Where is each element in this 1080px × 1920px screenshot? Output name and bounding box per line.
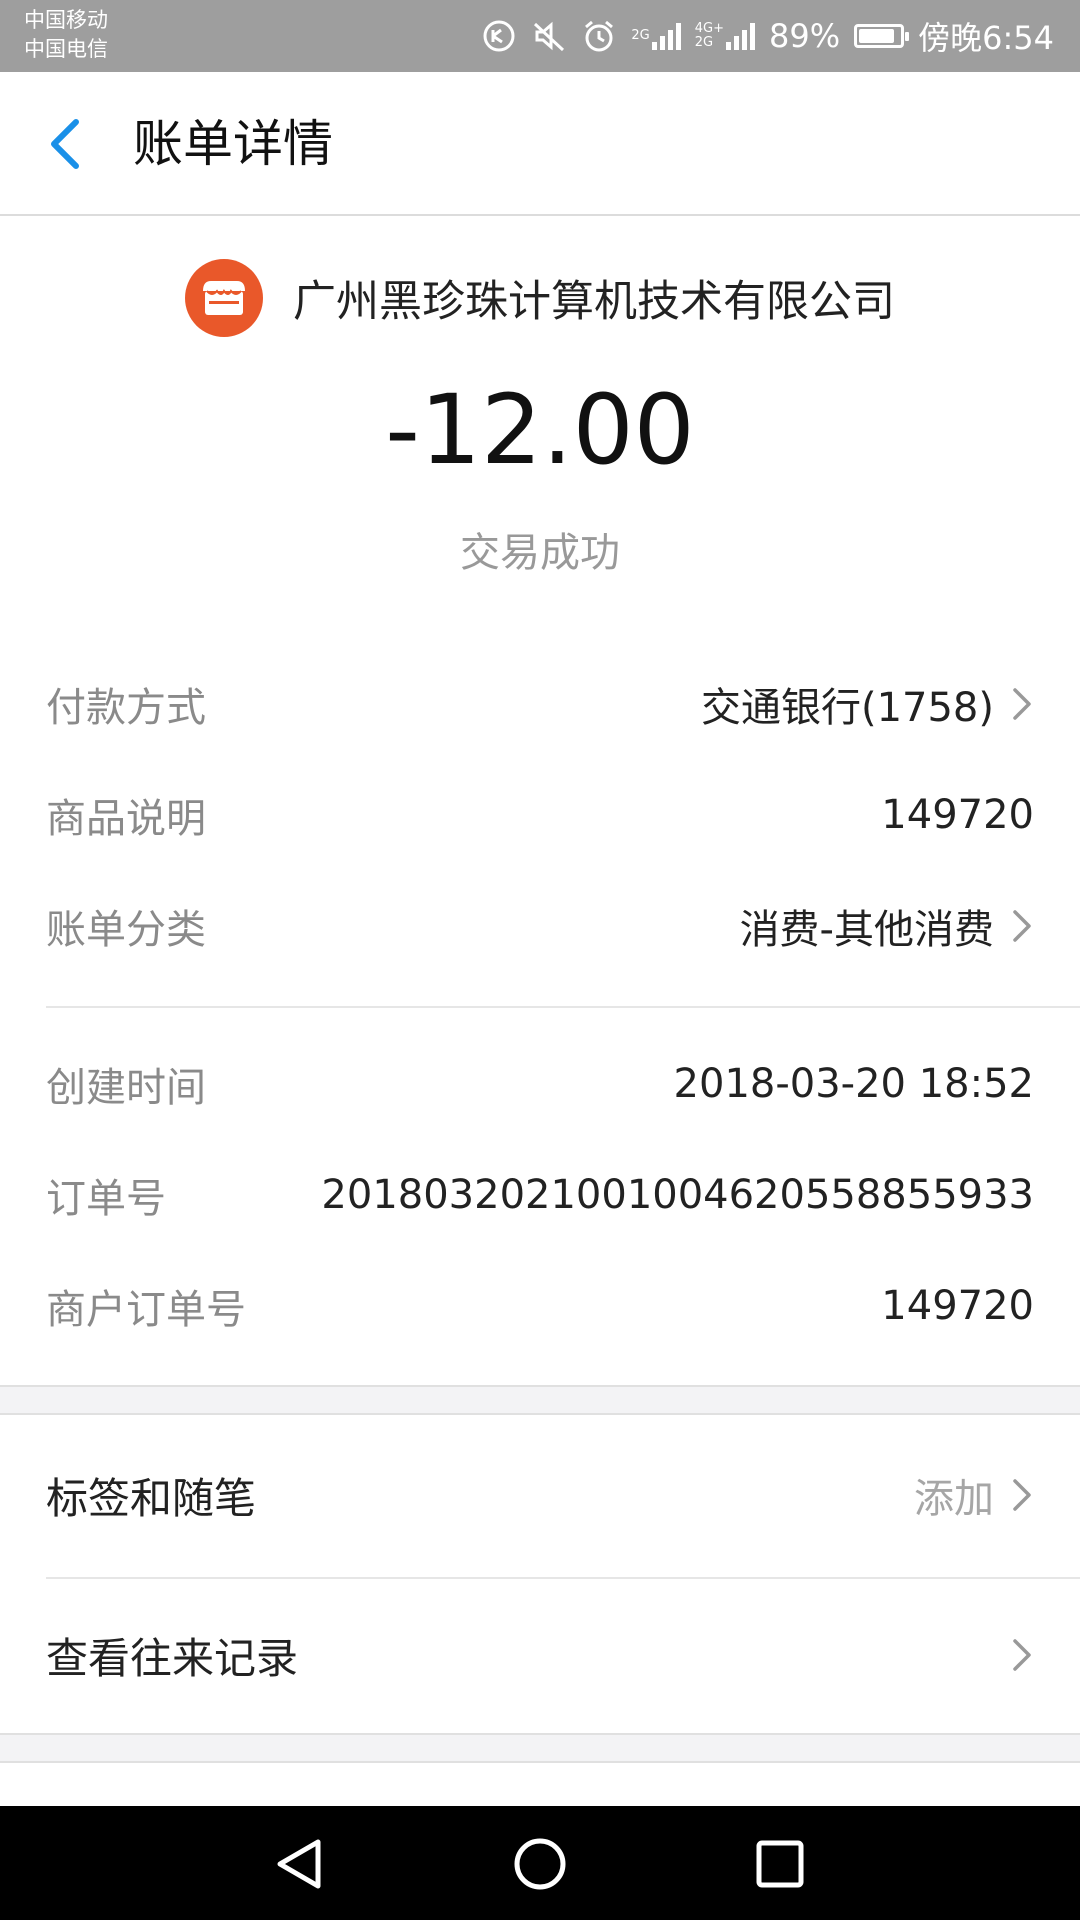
merchant-name: 广州黑珍珠计算机技术有限公司: [293, 277, 895, 327]
chevron-right-icon: [1013, 688, 1031, 720]
created-time-value: 2018-03-20 18:52: [673, 1061, 1034, 1107]
payment-method-row[interactable]: 付款方式 交通银行(1758): [46, 664, 1034, 744]
status-icons: 2G 4G+ 2G 89% 傍晚6:54: [481, 0, 1054, 72]
product-description-row: 商品说明 149720: [46, 775, 1034, 855]
carrier-1: 中国移动: [24, 8, 108, 32]
screen: 中国移动 中国电信 2G 4G+ 2G 89% 傍晚6:54 账单详情 广州黑珍…: [0, 0, 1080, 1920]
tags-notes-add: 添加: [914, 1476, 994, 1522]
view-history-label: 查看往来记录: [46, 1633, 299, 1683]
order-number-label: 订单号: [46, 1176, 166, 1222]
back-arrow-icon: [51, 119, 79, 169]
merchant-header: 广州黑珍珠计算机技术有限公司: [0, 258, 1080, 338]
hd-call-icon: [481, 16, 517, 56]
transaction-status: 交易成功: [460, 530, 620, 576]
section-separator: [0, 1733, 1080, 1763]
created-time-row: 创建时间 2018-03-20 18:52: [46, 1044, 1034, 1124]
network-type-3: 2G: [694, 35, 714, 50]
bill-category-value: 消费-其他消费: [739, 907, 994, 953]
navigation-bar: [0, 1806, 1080, 1920]
merchant-order-number-row: 商户订单号 149720: [46, 1266, 1034, 1346]
page-title: 账单详情: [133, 115, 333, 173]
view-history-row[interactable]: 查看往来记录: [46, 1605, 1034, 1705]
back-button[interactable]: [40, 112, 96, 176]
network-type-1: 2G: [631, 28, 650, 43]
product-description-label: 商品说明: [46, 796, 206, 842]
chevron-right-icon: [1013, 1639, 1031, 1671]
signal-2-icon: 4G+ 2G: [695, 16, 755, 56]
divider: [46, 1577, 1080, 1579]
divider: [46, 1006, 1080, 1008]
circle-home-icon: [514, 1838, 566, 1890]
signal-1-icon: 2G: [631, 16, 681, 56]
store-icon: [185, 259, 263, 337]
nav-back-button[interactable]: [272, 1836, 328, 1892]
chevron-right-icon: [1013, 910, 1031, 942]
transaction-amount: -12.00: [385, 374, 695, 486]
merchant-order-number-label: 商户订单号: [46, 1287, 246, 1333]
product-description-value: 149720: [881, 792, 1034, 838]
payment-method-value: 交通银行(1758): [700, 685, 994, 731]
nav-recents-button[interactable]: [752, 1836, 808, 1892]
battery-percent: 89%: [769, 17, 841, 55]
section-separator: [0, 1385, 1080, 1415]
bill-category-label: 账单分类: [46, 907, 206, 953]
tags-notes-label: 标签和随笔: [46, 1473, 257, 1523]
tags-notes-row[interactable]: 标签和随笔 添加: [46, 1445, 1034, 1545]
square-recents-icon: [756, 1840, 804, 1888]
battery-icon: [854, 24, 910, 48]
payment-method-label: 付款方式: [46, 685, 206, 731]
title-bar: 账单详情: [0, 72, 1080, 216]
order-number-row: 订单号 2018032021001004620558855933: [46, 1155, 1034, 1235]
carrier-info: 中国移动 中国电信: [24, 6, 108, 64]
created-time-label: 创建时间: [46, 1065, 206, 1111]
order-number-value: 2018032021001004620558855933: [321, 1172, 1034, 1218]
nav-home-button[interactable]: [512, 1836, 568, 1892]
merchant-order-number-value: 149720: [881, 1283, 1034, 1329]
alarm-icon: [581, 16, 617, 56]
triangle-back-icon: [277, 1839, 321, 1889]
mute-icon: [531, 16, 567, 56]
carrier-2: 中国电信: [24, 37, 108, 61]
network-type-2: 4G+: [694, 21, 724, 36]
bill-category-row[interactable]: 账单分类 消费-其他消费: [46, 886, 1034, 966]
status-bar: 中国移动 中国电信 2G 4G+ 2G 89% 傍晚6:54: [0, 0, 1080, 72]
chevron-right-icon: [1013, 1479, 1031, 1511]
clock: 傍晚6:54: [918, 19, 1054, 57]
